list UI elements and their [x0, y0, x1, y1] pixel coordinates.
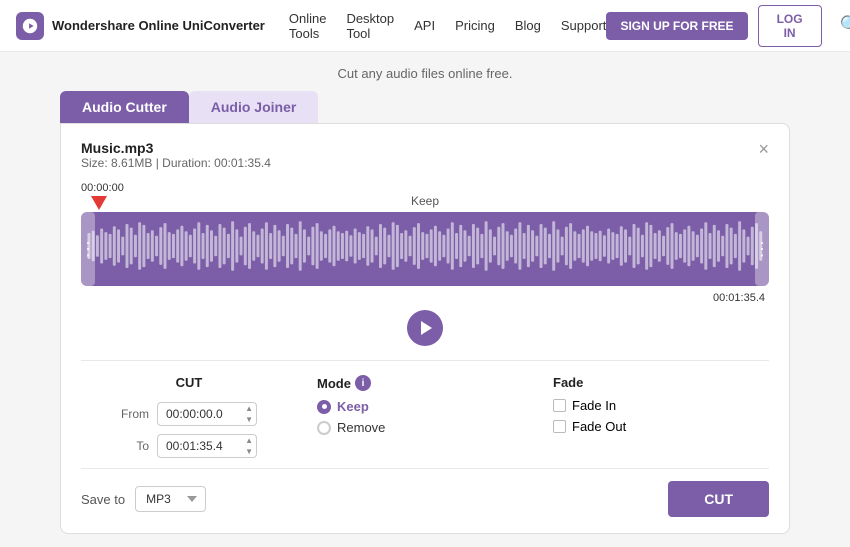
- cut-to-field: To ▲ ▼: [121, 434, 257, 458]
- nav-online-tools[interactable]: Online Tools: [289, 11, 327, 41]
- waveform[interactable]: ⋮ ⋮: [81, 212, 769, 286]
- fade-section: Fade Fade In Fade Out: [533, 375, 769, 440]
- nav-blog[interactable]: Blog: [515, 18, 541, 33]
- to-spinner: ▲ ▼: [243, 436, 255, 457]
- play-icon: [418, 320, 434, 336]
- fade-in-option[interactable]: Fade In: [553, 398, 769, 413]
- to-input[interactable]: [157, 434, 257, 458]
- keep-radio[interactable]: [317, 400, 331, 414]
- from-input-wrapper: ▲ ▼: [157, 402, 257, 426]
- cut-title: CUT: [176, 375, 203, 390]
- to-spin-down[interactable]: ▼: [243, 447, 255, 457]
- cut-button[interactable]: CUT: [668, 481, 769, 517]
- from-spinner: ▲ ▼: [243, 404, 255, 425]
- nav-desktop-tool[interactable]: Desktop Tool: [346, 11, 394, 41]
- divider: [81, 360, 769, 361]
- playhead-container: Keep: [81, 196, 769, 212]
- mode-label: Mode: [317, 376, 351, 391]
- nav-api[interactable]: API: [414, 18, 435, 33]
- nav-actions: SIGN UP FOR FREE LOG IN 🔍: [606, 5, 850, 47]
- to-spin-up[interactable]: ▲: [243, 436, 255, 446]
- logo-text: Wondershare Online UniConverter: [52, 18, 265, 33]
- mode-section: Mode i Keep Remove: [297, 375, 533, 441]
- navbar: Wondershare Online UniConverter Online T…: [0, 0, 850, 52]
- playhead-marker[interactable]: [91, 196, 107, 210]
- tab-audio-cutter[interactable]: Audio Cutter: [60, 91, 189, 123]
- info-icon[interactable]: i: [355, 375, 371, 391]
- keep-label-text: Keep: [337, 399, 369, 414]
- fade-out-option[interactable]: Fade Out: [553, 419, 769, 434]
- keep-label: Keep: [411, 194, 439, 208]
- fade-title: Fade: [553, 375, 769, 390]
- mode-title: Mode i: [317, 375, 533, 391]
- from-spin-down[interactable]: ▼: [243, 415, 255, 425]
- handle-right[interactable]: ⋮: [755, 212, 769, 286]
- fade-out-checkbox[interactable]: [553, 420, 566, 433]
- remove-label-text: Remove: [337, 420, 385, 435]
- start-time: 00:00:00: [81, 182, 769, 194]
- cut-section: CUT From ▲ ▼ To: [81, 375, 297, 458]
- handle-left-icon: ⋮: [81, 240, 97, 258]
- play-button[interactable]: [407, 310, 443, 346]
- tabs: Audio Cutter Audio Joiner: [60, 91, 790, 123]
- logo-icon: [16, 12, 44, 40]
- fade-in-checkbox[interactable]: [553, 399, 566, 412]
- file-info: Music.mp3 Size: 8.61MB | Duration: 00:01…: [81, 140, 769, 178]
- subheader-text: Cut any audio files online free.: [338, 66, 513, 81]
- fade-in-label: Fade In: [572, 398, 616, 413]
- subheader: Cut any audio files online free.: [0, 52, 850, 91]
- waveform-svg: [87, 216, 763, 276]
- fade-out-label: Fade Out: [572, 419, 626, 434]
- from-input[interactable]: [157, 402, 257, 426]
- play-row: [81, 310, 769, 346]
- file-details: Music.mp3 Size: 8.61MB | Duration: 00:01…: [81, 140, 271, 178]
- format-select[interactable]: MP3 WAV OGG AAC FLAC: [135, 486, 206, 512]
- login-button[interactable]: LOG IN: [758, 5, 822, 47]
- close-button[interactable]: ×: [758, 140, 769, 158]
- search-icon[interactable]: 🔍: [840, 15, 850, 36]
- to-label: To: [121, 439, 149, 453]
- controls-row: CUT From ▲ ▼ To: [81, 375, 769, 458]
- nav-support[interactable]: Support: [561, 18, 607, 33]
- save-to: Save to MP3 WAV OGG AAC FLAC: [81, 486, 206, 512]
- file-meta: Size: 8.61MB | Duration: 00:01:35.4: [81, 156, 271, 170]
- from-spin-up[interactable]: ▲: [243, 404, 255, 414]
- mode-keep-option[interactable]: Keep: [317, 399, 533, 414]
- card: Music.mp3 Size: 8.61MB | Duration: 00:01…: [60, 123, 790, 534]
- remove-radio[interactable]: [317, 421, 331, 435]
- nav-links: Online Tools Desktop Tool API Pricing Bl…: [289, 11, 607, 41]
- file-name: Music.mp3: [81, 140, 271, 156]
- footer-row: Save to MP3 WAV OGG AAC FLAC CUT: [81, 468, 769, 517]
- timeline-area: 00:00:00 Keep ⋮ ⋮ 00:01:35.4: [81, 182, 769, 304]
- cut-from-field: From ▲ ▼: [121, 402, 257, 426]
- mode-remove-option[interactable]: Remove: [317, 420, 533, 435]
- end-time: 00:01:35.4: [81, 292, 769, 304]
- from-label: From: [121, 407, 149, 421]
- nav-pricing[interactable]: Pricing: [455, 18, 495, 33]
- handle-right-icon: ⋮: [753, 240, 769, 258]
- signup-button[interactable]: SIGN UP FOR FREE: [606, 12, 747, 40]
- tab-audio-joiner[interactable]: Audio Joiner: [189, 91, 319, 123]
- to-input-wrapper: ▲ ▼: [157, 434, 257, 458]
- save-to-label: Save to: [81, 492, 125, 507]
- handle-left[interactable]: ⋮: [81, 212, 95, 286]
- logo[interactable]: Wondershare Online UniConverter: [16, 12, 265, 40]
- main-content: Audio Cutter Audio Joiner Music.mp3 Size…: [0, 91, 850, 534]
